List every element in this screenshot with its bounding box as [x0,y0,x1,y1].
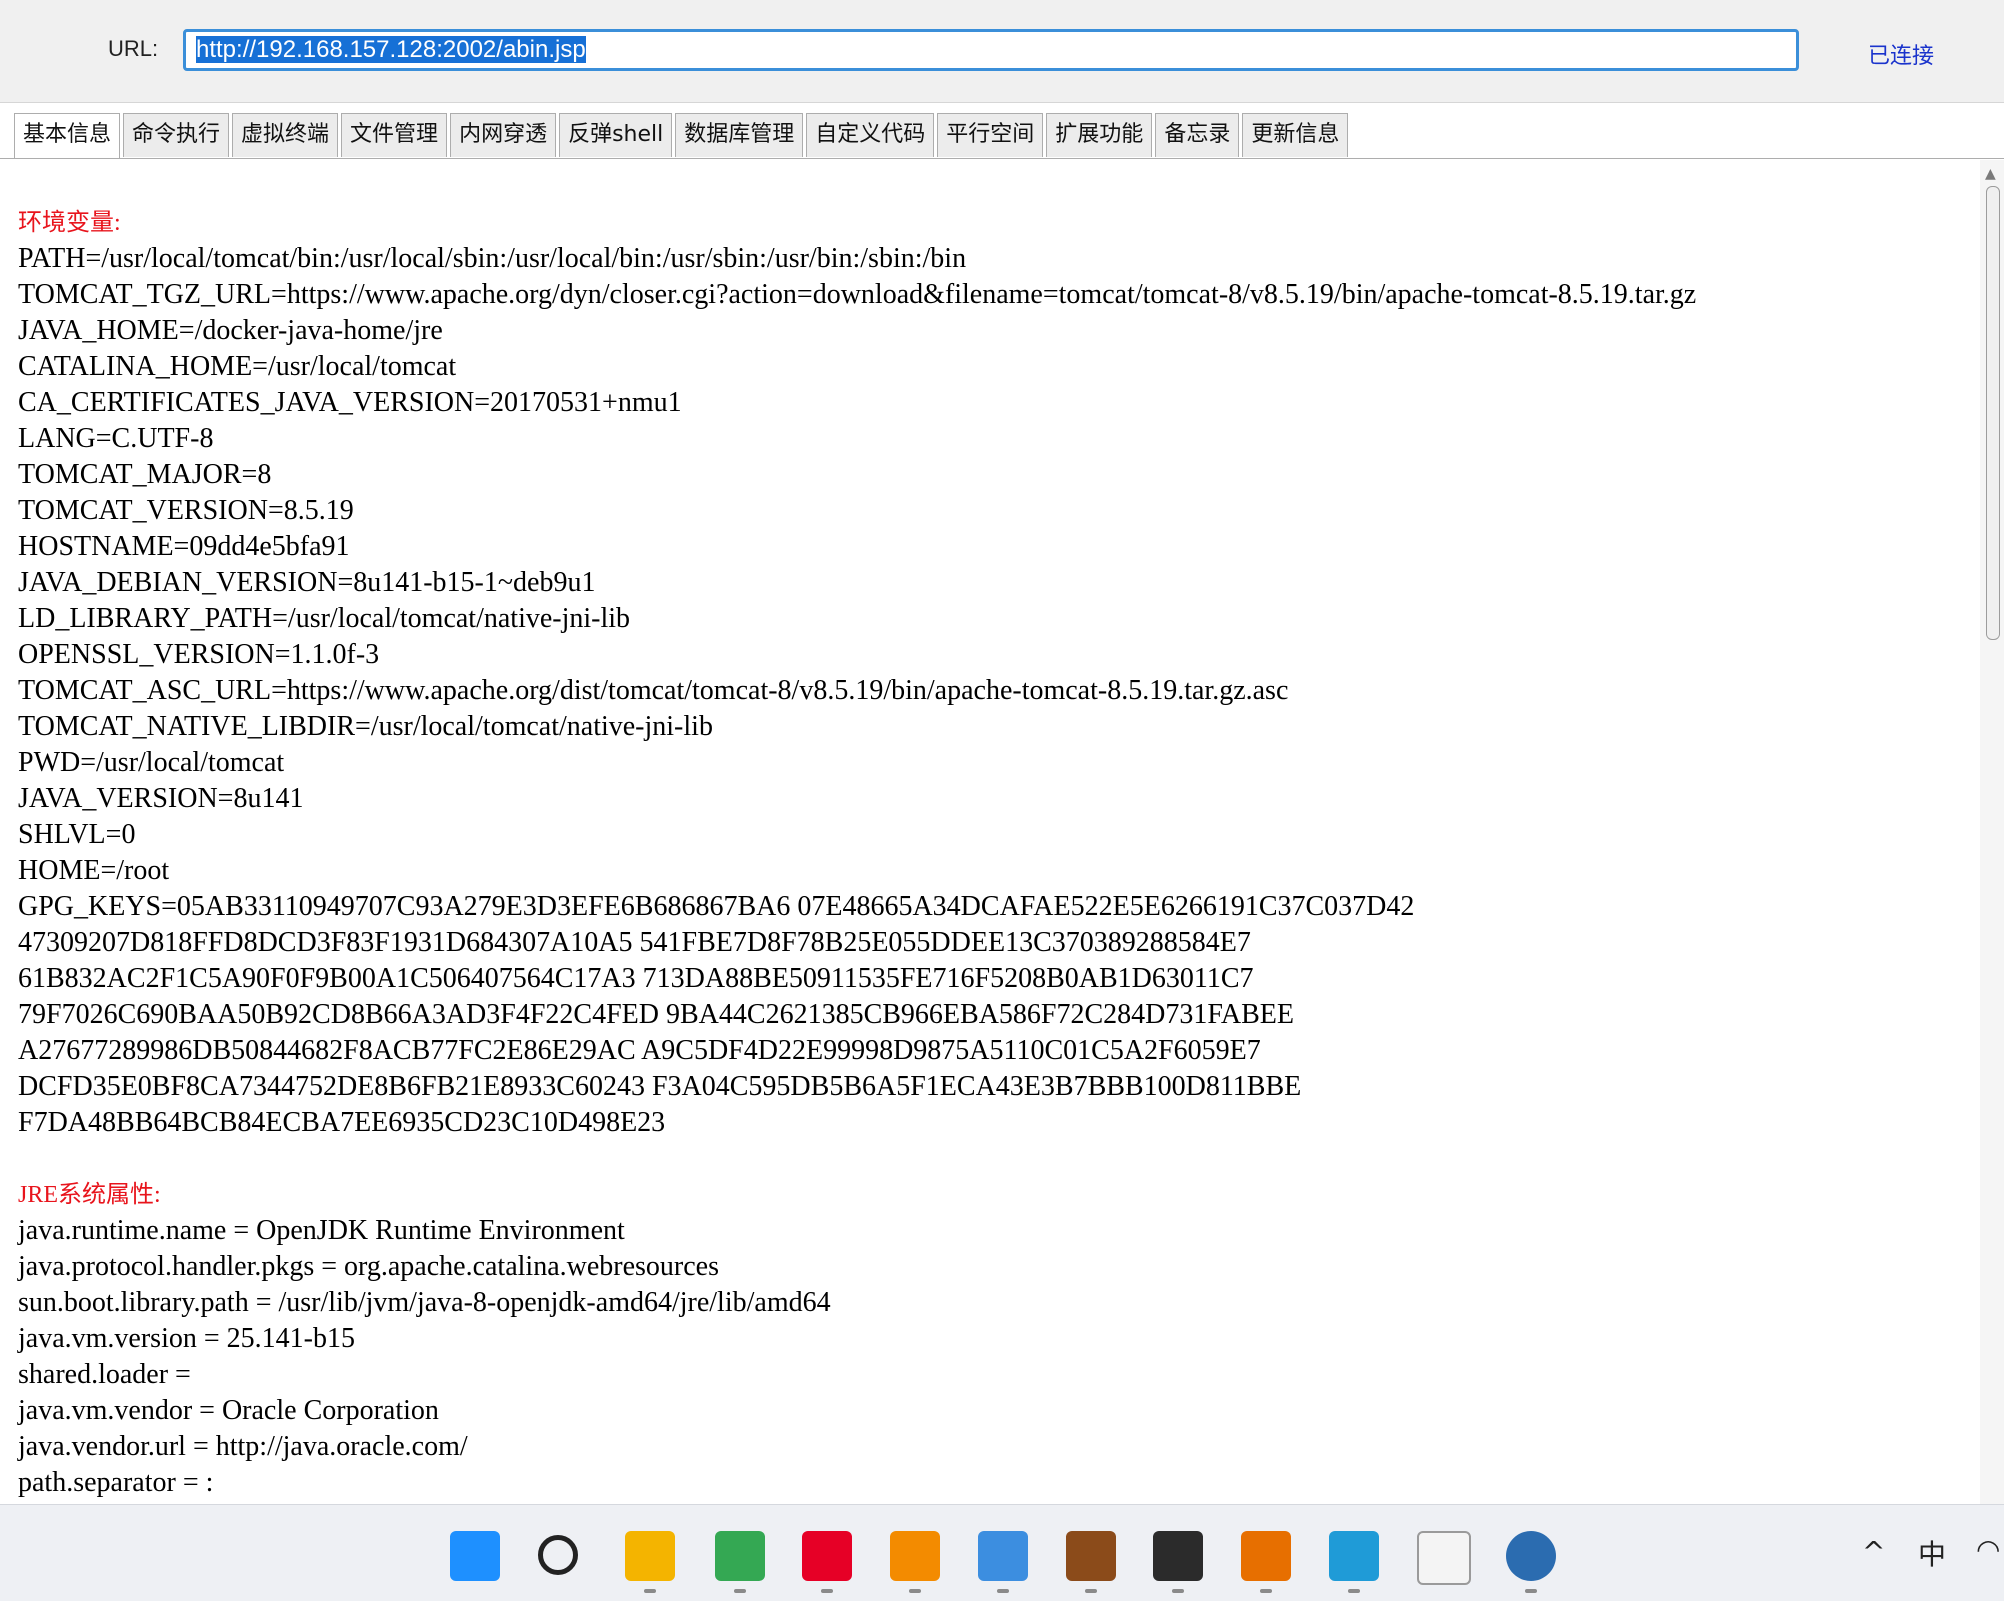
jre-line: path.separator = : [18,1467,214,1498]
wifi-icon[interactable]: ◠ [1976,1533,2000,1566]
scroll-thumb[interactable] [1986,186,2000,640]
info-content: 环境变量: PATH=/usr/local/tomcat/bin:/usr/lo… [18,205,1968,1501]
terminal-icon[interactable] [1153,1531,1203,1581]
env-line: TOMCAT_TGZ_URL=https://www.apache.org/dy… [18,279,1697,310]
url-label: URL: [108,36,159,61]
env-line: JAVA_HOME=/docker-java-home/jre [18,315,443,346]
url-input-selected-text: http://192.168.157.128:2002/abin.jsp [196,36,586,63]
env-line: TOMCAT_VERSION=8.5.19 [18,495,354,526]
env-line: 79F7026C690BAA50B92CD8B66A3AD3F4F22C4FED… [18,999,1294,1030]
tab-11[interactable]: 备忘录 [1155,113,1240,157]
chrome-icon[interactable] [715,1531,765,1581]
search-icon[interactable] [538,1535,578,1575]
vertical-scrollbar[interactable]: ▲ [1980,160,2004,1504]
env-line: TOMCAT_ASC_URL=https://www.apache.org/di… [18,675,1289,706]
env-line: 61B832AC2F1C5A90F0F9B00A1C506407564C17A3… [18,963,1254,994]
running-indicator [1348,1589,1360,1593]
url-toolbar: URL: http://192.168.157.128:2002/abin.js… [0,0,2004,103]
env-line: PATH=/usr/local/tomcat/bin:/usr/local/sb… [18,243,967,274]
tab-3[interactable]: 虚拟终端 [232,113,339,157]
jre-property-list: java.runtime.name = OpenJDK Runtime Envi… [18,1213,1968,1501]
netease-music-icon[interactable] [802,1531,852,1581]
vmware-icon[interactable] [890,1531,940,1581]
url-input[interactable]: http://192.168.157.128:2002/abin.jsp [183,29,1799,71]
env-section-title: 环境变量: [18,210,121,236]
java-icon[interactable] [1241,1531,1291,1581]
env-line: DCFD35E0BF8CA7344752DE8B6FB21E8933C60243… [18,1071,1302,1102]
running-indicator [1172,1589,1184,1593]
tab-5[interactable]: 内网穿透 [450,113,557,157]
connection-status: 已连接 [1868,44,1935,69]
env-line: HOME=/root [18,855,170,886]
env-line: JAVA_DEBIAN_VERSION=8u141-b15-1~deb9u1 [18,567,596,598]
ime-indicator[interactable]: 中 [1918,1533,1946,1573]
env-line: GPG_KEYS=05AB33110949707C93A279E3D3EFE6B… [18,891,1415,922]
env-line: TOMCAT_NATIVE_LIBDIR=/usr/local/tomcat/n… [18,711,713,742]
running-indicator [1260,1589,1272,1593]
env-line: A27677289986DB50844682F8ACB77FC2E86E29AC… [18,1035,1261,1066]
running-indicator [909,1589,921,1593]
notes-app-icon[interactable] [978,1531,1028,1581]
info-panel[interactable]: 环境变量: PATH=/usr/local/tomcat/bin:/usr/lo… [0,158,2004,1505]
tab-10[interactable]: 扩展功能 [1046,113,1153,157]
env-line: CA_CERTIFICATES_JAVA_VERSION=20170531+nm… [18,387,682,418]
game-app-icon[interactable] [1066,1531,1116,1581]
env-line: 47309207D818FFD8DCD3F83F1931D684307A10A5… [18,927,1251,958]
env-line: CATALINA_HOME=/usr/local/tomcat [18,351,457,382]
env-line: LD_LIBRARY_PATH=/usr/local/tomcat/native… [18,603,631,634]
blank-file-icon[interactable] [1417,1531,1471,1585]
jre-line: java.vendor.url = http://java.oracle.com… [18,1431,468,1462]
running-indicator [997,1589,1009,1593]
env-line: JAVA_VERSION=8u141 [18,783,304,814]
tab-2[interactable]: 命令执行 [123,113,230,157]
env-line: HOSTNAME=09dd4e5bfa91 [18,531,350,562]
jre-section-title: JRE系统属性: [18,1182,161,1208]
env-line: OPENSSL_VERSION=1.1.0f-3 [18,639,380,670]
jre-line: java.protocol.handler.pkgs = org.apache.… [18,1251,719,1282]
taskbar: ^ 中 ◠ [0,1504,2004,1601]
env-line: PWD=/usr/local/tomcat [18,747,285,778]
windows-start-icon[interactable] [450,1531,500,1581]
env-line: F7DA48BB64BCB84ECBA7EE6935CD23C10D498E23 [18,1107,666,1138]
notepad-icon[interactable] [1329,1531,1379,1581]
running-indicator [821,1589,833,1593]
jre-line: shared.loader = [18,1359,191,1390]
env-line: LANG=C.UTF-8 [18,423,214,454]
tab-7[interactable]: 数据库管理 [675,113,804,157]
tab-9[interactable]: 平行空间 [937,113,1044,157]
jre-line: java.vm.version = 25.141-b15 [18,1323,355,1354]
jre-line: sun.boot.library.path = /usr/lib/jvm/jav… [18,1287,831,1318]
chevron-up-icon[interactable]: ^ [1862,1535,1885,1568]
jre-line: java.runtime.name = OpenJDK Runtime Envi… [18,1215,625,1246]
tab-6[interactable]: 反弹shell [559,113,673,157]
env-variable-list: PATH=/usr/local/tomcat/bin:/usr/local/sb… [18,241,1968,1141]
scroll-up-icon[interactable]: ▲ [1985,166,1996,182]
running-indicator [644,1589,656,1593]
env-line: SHLVL=0 [18,819,136,850]
file-explorer-icon[interactable] [625,1531,675,1581]
tab-bar: 基本信息 命令执行 虚拟终端 文件管理 内网穿透 反弹shell 数据库管理 自定义代码 平行空… [14,113,1351,159]
tab-8[interactable]: 自定义代码 [806,113,935,157]
tab-4[interactable]: 文件管理 [341,113,448,157]
running-indicator [1085,1589,1097,1593]
env-line: TOMCAT_MAJOR=8 [18,459,272,490]
running-indicator [1525,1589,1537,1593]
jre-line: java.vm.vendor = Oracle Corporation [18,1395,439,1426]
tab-12[interactable]: 更新信息 [1242,113,1349,157]
tab-1[interactable]: 基本信息 [14,113,121,159]
scorpion-tool-icon[interactable] [1506,1531,1556,1581]
running-indicator [734,1589,746,1593]
